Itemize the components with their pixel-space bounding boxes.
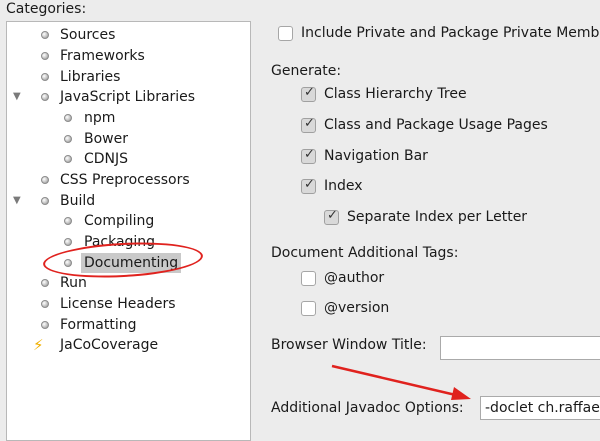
bullet-icon <box>41 52 49 60</box>
tree-item-build[interactable]: ▼ Build <box>7 191 247 211</box>
separate-index-label: Separate Index per Letter <box>347 209 528 225</box>
tree-item-label: Formatting <box>60 317 137 333</box>
tree-item-label: JaCoCoverage <box>60 337 159 353</box>
tree-item-label: Sources <box>60 27 116 43</box>
bullet-icon <box>41 73 49 81</box>
bullet-icon <box>64 238 72 246</box>
bullet-icon <box>41 31 49 39</box>
class-hierarchy-tree-checkbox[interactable]: ✓ <box>301 85 316 102</box>
bullet-icon <box>64 114 72 122</box>
separate-index-checkbox[interactable]: ✓ <box>324 208 339 225</box>
categories-tree[interactable]: Sources Frameworks Libraries ▼ JavaScrip… <box>6 21 251 441</box>
bullet-icon <box>64 135 72 143</box>
navigation-bar-checkbox[interactable]: ✓ <box>301 147 316 164</box>
checkmark-icon: ✓ <box>327 208 338 223</box>
class-hierarchy-tree-label: Class Hierarchy Tree <box>324 86 467 102</box>
bullet-icon <box>41 279 49 287</box>
browser-window-title-label: Browser Window Title: <box>271 337 427 353</box>
checkmark-icon: ✓ <box>304 116 315 131</box>
bullet-icon <box>64 217 72 225</box>
index-checkbox[interactable]: ✓ <box>301 177 316 194</box>
generate-heading: Generate: <box>271 63 342 79</box>
tree-item-compiling[interactable]: Compiling <box>7 211 247 231</box>
tree-item-label: Libraries <box>60 69 121 85</box>
tree-item-frameworks[interactable]: Frameworks <box>7 46 247 66</box>
checkmark-icon: ✓ <box>304 177 315 192</box>
annotation-arrow-head <box>451 387 471 400</box>
tree-item-jacocoverage[interactable]: ⚡ JaCoCoverage <box>7 335 247 355</box>
annotation-arrow-shaft <box>331 364 461 398</box>
annotation-arrow <box>331 364 471 400</box>
lightning-bolt-icon: ⚡ <box>33 336 44 354</box>
author-tag-label: @author <box>324 270 385 286</box>
categories-label: Categories: <box>6 1 87 17</box>
include-private-label: Include Private and Package Private Memb <box>301 25 600 41</box>
tree-item-label: Compiling <box>84 213 155 229</box>
bullet-icon <box>64 155 72 163</box>
author-tag-checkbox[interactable] <box>301 271 316 286</box>
tree-item-sources[interactable]: Sources <box>7 25 247 45</box>
version-tag-label: @version <box>324 300 390 316</box>
tree-item-cdnjs[interactable]: CDNJS <box>7 149 247 169</box>
additional-options-input[interactable]: -doclet ch.raffae <box>480 396 600 420</box>
tree-item-label: CDNJS <box>84 151 129 167</box>
expand-triangle-icon[interactable]: ▼ <box>13 191 21 211</box>
include-private-checkbox[interactable] <box>278 26 293 41</box>
checkmark-icon: ✓ <box>304 147 315 162</box>
index-label: Index <box>324 178 363 194</box>
bullet-icon <box>41 93 49 101</box>
tree-item-label: Bower <box>84 131 128 147</box>
bullet-icon <box>41 197 49 205</box>
bullet-icon <box>41 321 49 329</box>
tree-item-license-headers[interactable]: License Headers <box>7 294 247 314</box>
tree-item-label: Build <box>60 193 96 209</box>
tree-item-label: JavaScript Libraries <box>60 89 196 105</box>
document-tags-heading: Document Additional Tags: <box>271 245 459 261</box>
bullet-icon <box>41 300 49 308</box>
tree-item-libraries[interactable]: Libraries <box>7 67 247 87</box>
usage-pages-label: Class and Package Usage Pages <box>324 117 548 133</box>
tree-item-label: Frameworks <box>60 48 145 64</box>
tree-item-css-preprocessors[interactable]: CSS Preprocessors <box>7 170 247 190</box>
browser-window-title-input[interactable] <box>440 336 600 360</box>
tree-item-bower[interactable]: Bower <box>7 129 247 149</box>
usage-pages-checkbox[interactable]: ✓ <box>301 116 316 133</box>
bullet-icon <box>41 176 49 184</box>
tree-item-label: License Headers <box>60 296 176 312</box>
checkmark-icon: ✓ <box>304 85 315 100</box>
version-tag-checkbox[interactable] <box>301 301 316 316</box>
expand-triangle-icon[interactable]: ▼ <box>13 87 21 107</box>
tree-item-npm[interactable]: npm <box>7 108 247 128</box>
tree-item-formatting[interactable]: Formatting <box>7 315 247 335</box>
tree-item-label: npm <box>84 110 116 126</box>
tree-item-label: CSS Preprocessors <box>60 172 190 188</box>
navigation-bar-label: Navigation Bar <box>324 148 428 164</box>
tree-item-javascript-libraries[interactable]: ▼ JavaScript Libraries <box>7 87 247 107</box>
